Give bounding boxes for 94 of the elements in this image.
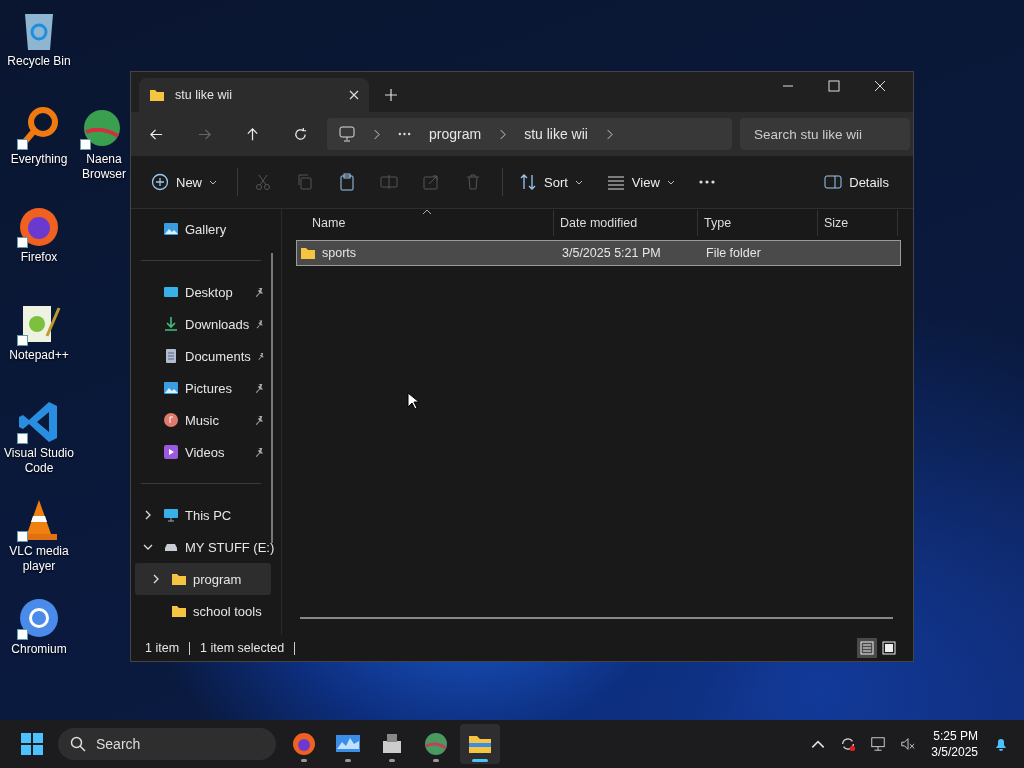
sidebar-item[interactable]: Videos: [135, 436, 265, 468]
column-header[interactable]: Type: [698, 210, 818, 236]
rename-icon: [380, 173, 398, 191]
chevron-right-icon[interactable]: [151, 574, 161, 584]
desktop-icon: [163, 284, 179, 300]
plus-circle-icon: [151, 173, 169, 191]
dropdown-caret-icon: [209, 179, 217, 185]
sidebar-item[interactable]: Desktop: [135, 276, 265, 308]
breadcrumb-item[interactable]: stu like wii: [524, 126, 588, 142]
folder-icon: [171, 603, 187, 619]
tree-item[interactable]: school tools: [135, 595, 271, 627]
bell-icon[interactable]: [993, 736, 1009, 752]
column-header[interactable]: Date modified: [554, 210, 698, 236]
desktop-shortcut[interactable]: Firefox: [0, 202, 78, 300]
sidebar-item[interactable]: Downloads: [135, 308, 265, 340]
chromium-icon: [17, 596, 61, 640]
details-button[interactable]: Details: [814, 166, 899, 198]
folder-icon: [300, 245, 316, 261]
search-field[interactable]: Search stu like wii: [740, 118, 910, 150]
desktop-shortcut[interactable]: Visual Studio Code: [0, 398, 78, 496]
videos-icon: [163, 444, 179, 460]
file-type: File folder: [706, 246, 761, 260]
music-icon: [163, 412, 179, 428]
taskbar-app[interactable]: [460, 724, 500, 764]
dropdown-caret-icon: [666, 179, 675, 185]
pictures-icon: [163, 380, 179, 396]
column-header[interactable]: Size: [818, 210, 898, 236]
address-bar[interactable]: program stu like wii: [327, 118, 732, 150]
desktop-shortcut[interactable]: Chromium: [0, 594, 78, 692]
lines-icon: [606, 173, 625, 191]
desktop-shortcut[interactable]: Everything: [0, 104, 78, 202]
mouse-pointer-icon: [407, 392, 419, 410]
new-tab-icon[interactable]: [385, 89, 397, 101]
window-tab[interactable]: stu like wii: [139, 78, 369, 112]
new-button[interactable]: New: [141, 166, 227, 198]
desktop-shortcut[interactable]: VLC media player: [0, 496, 78, 594]
sidebar-item[interactable]: Documents: [135, 340, 265, 372]
maximize-icon[interactable]: [828, 80, 840, 92]
file-name: sports: [322, 246, 357, 260]
view-button[interactable]: View: [596, 166, 685, 198]
date-modified: 3/5/2025 5:21 PM: [562, 246, 661, 260]
monitor-icon[interactable]: [870, 736, 887, 752]
chevron-right-icon: [373, 128, 380, 140]
list-icon: [860, 641, 874, 655]
breadcrumb-item[interactable]: program: [429, 126, 482, 142]
globe-icon: [423, 731, 449, 757]
speaker-muted-icon[interactable]: [900, 736, 917, 752]
chevron-right-icon[interactable]: [143, 510, 153, 520]
taskbar-search-field[interactable]: Search: [58, 728, 276, 760]
sort-caret-icon: [422, 209, 432, 215]
close-tab-icon[interactable]: [349, 90, 359, 100]
tree-item[interactable]: program: [135, 563, 271, 595]
desktop-shortcut[interactable]: Naena Browser: [80, 104, 130, 202]
refresh-icon[interactable]: [293, 126, 308, 142]
chevron-right-icon: [499, 128, 507, 140]
more-icon: [698, 180, 715, 184]
scissors-icon: [254, 173, 272, 191]
sidebar-item[interactable]: Music: [135, 404, 265, 436]
search-icon: [70, 736, 86, 752]
details-pane-icon: [824, 173, 843, 191]
desktop-shortcut[interactable]: Notepad++: [0, 300, 78, 398]
dropdown-caret-icon: [574, 179, 583, 185]
documents-icon: [163, 348, 179, 364]
firefox-icon: [291, 731, 317, 757]
clock[interactable]: 5:25 PM 3/5/2025: [931, 728, 978, 760]
monitor-icon: [339, 126, 355, 142]
close-icon[interactable]: [874, 80, 886, 92]
folder-icon: [171, 571, 187, 587]
sidebar-item[interactable]: Gallery: [135, 213, 265, 245]
sort-button[interactable]: Sort: [509, 166, 593, 198]
tree-item[interactable]: This PC: [135, 499, 271, 531]
gallery-icon: [163, 221, 179, 237]
paste-icon: [338, 173, 356, 191]
chevron-down-icon[interactable]: [143, 542, 153, 552]
trash-icon: [464, 173, 482, 191]
sync-icon[interactable]: [840, 736, 857, 752]
share-icon: [422, 173, 440, 191]
copy-icon: [296, 173, 314, 191]
downloads-icon: [163, 316, 179, 332]
tiles-view-button[interactable]: [879, 638, 899, 658]
desktop-shortcut[interactable]: Recycle Bin: [0, 6, 78, 104]
column-header[interactable]: Name: [296, 210, 554, 236]
square-icon: [882, 641, 896, 655]
chevron-right-icon: [605, 128, 613, 140]
start-icon[interactable]: [20, 732, 44, 756]
pc-icon: [163, 507, 179, 523]
sort-icon: [519, 173, 537, 191]
item-count: 1 item: [145, 641, 180, 655]
folder-icon: [149, 87, 165, 103]
selection-count: 1 item selected: [200, 641, 285, 655]
sidebar-item[interactable]: Pictures: [135, 372, 265, 404]
up-arrow-icon[interactable]: [245, 126, 260, 142]
more-icon[interactable]: [398, 132, 411, 136]
file-row[interactable]: sports 3/5/2025 5:21 PM File folder: [296, 240, 901, 266]
